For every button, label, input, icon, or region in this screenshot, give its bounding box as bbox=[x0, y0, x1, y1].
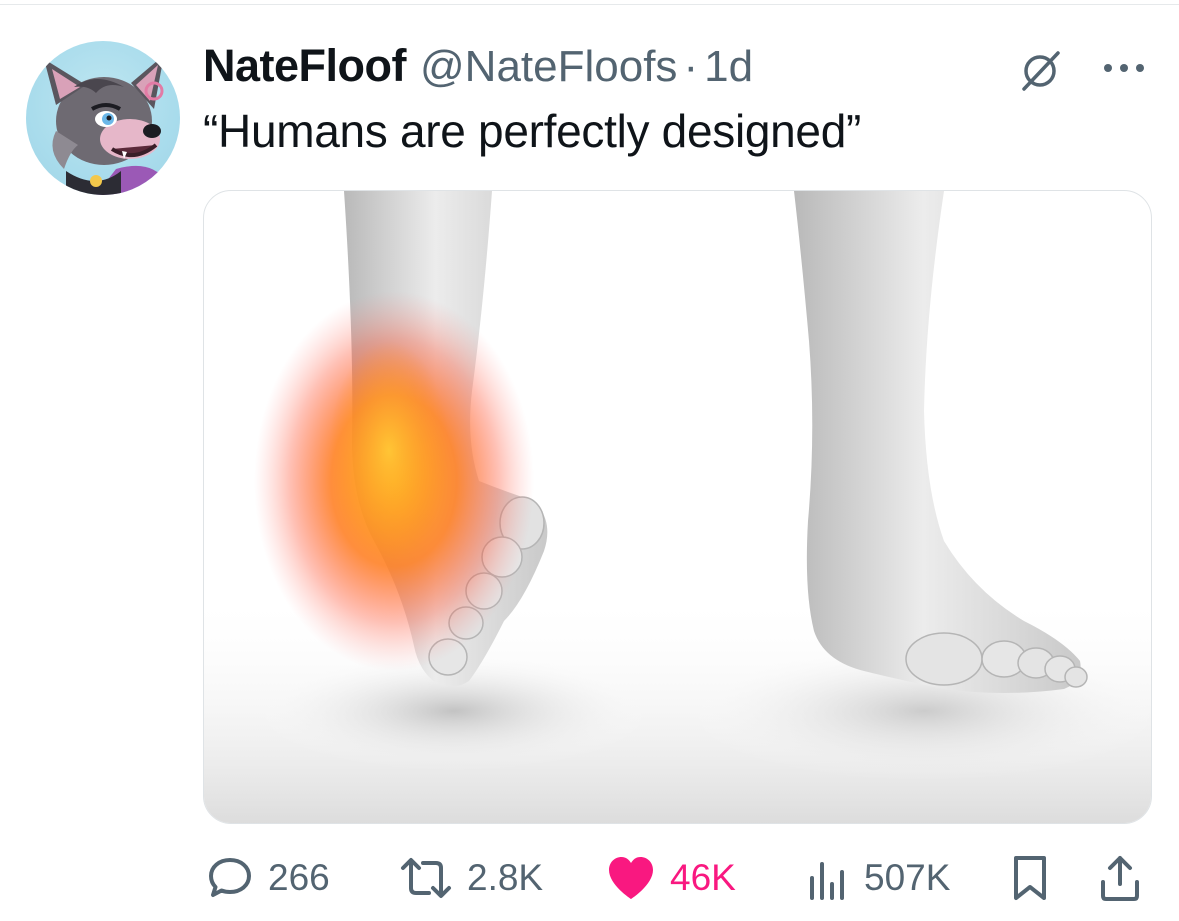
author-handle[interactable]: @NateFloofs bbox=[420, 42, 677, 92]
tweet-media[interactable] bbox=[203, 190, 1152, 824]
reply-button[interactable]: 266 bbox=[206, 848, 330, 908]
more-options-icon[interactable] bbox=[1100, 60, 1148, 76]
share-icon bbox=[1101, 856, 1139, 901]
analytics-icon bbox=[810, 862, 844, 900]
like-count: 46K bbox=[670, 857, 736, 898]
reply-icon bbox=[209, 858, 251, 897]
tweet-header: NateFloof @NateFloofs · 1d bbox=[203, 40, 753, 92]
repost-button[interactable]: 2.8K bbox=[399, 848, 543, 908]
repost-icon bbox=[401, 858, 451, 898]
author-display-name[interactable]: NateFloof bbox=[203, 40, 407, 92]
fursona-avatar-icon bbox=[44, 55, 166, 195]
tweet-text: “Humans are perfectly designed” bbox=[203, 105, 862, 157]
top-divider bbox=[0, 4, 1179, 5]
share-button[interactable] bbox=[1098, 848, 1142, 908]
bookmark-icon bbox=[1014, 856, 1046, 900]
views-button[interactable]: 507K bbox=[806, 848, 950, 908]
heart-icon bbox=[609, 857, 653, 899]
bookmark-button[interactable] bbox=[1010, 848, 1050, 908]
tweet-actions-bar: 266 2.8K 46K 507K bbox=[0, 848, 1179, 908]
like-button[interactable]: 46K bbox=[606, 848, 736, 908]
repost-count: 2.8K bbox=[467, 857, 544, 898]
views-count: 507K bbox=[864, 857, 951, 898]
author-avatar[interactable] bbox=[26, 41, 180, 195]
separator-dot: · bbox=[683, 42, 699, 91]
sprained-ankle-illustration-icon bbox=[204, 191, 1151, 823]
timestamp[interactable]: 1d bbox=[704, 42, 753, 92]
grok-icon[interactable] bbox=[1018, 49, 1062, 93]
reply-count: 266 bbox=[268, 857, 330, 898]
